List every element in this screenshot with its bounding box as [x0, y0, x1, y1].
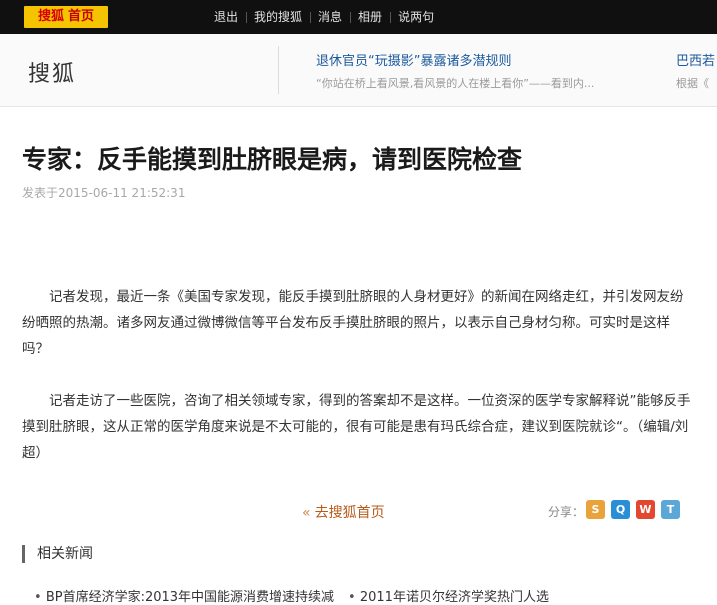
brand-name: 搜狐: [37, 9, 64, 24]
article-title: 专家：反手能摸到肚脐眼是病，请到医院检查: [22, 145, 523, 174]
header-news-item[interactable]: 退休官员“玩摄影”暴露诸多潜规则 “你站在桥上看风景,看风景的人在楼上看你”——…: [316, 50, 594, 91]
nav-my-sohu[interactable]: 我的搜狐: [246, 0, 310, 34]
weibo-share-icon[interactable]: W: [636, 500, 655, 519]
back-to-home-link[interactable]: «去搜狐首页: [302, 502, 385, 522]
sohu-share-icon[interactable]: S: [586, 500, 605, 519]
header-news-summary: 根据《: [676, 77, 709, 90]
related-news-list: BP首席经济学家:2013年中国能源消费增速持续减 2011年诺贝尔经济学奖热门…: [34, 586, 549, 605]
article-paragraph: 记者发现，最近一条《美国专家发现，能反手摸到肚脐眼的人身材更好》的新闻在网络走红…: [22, 289, 684, 357]
back-to-home-label: 去搜狐首页: [314, 505, 385, 521]
related-news-item[interactable]: BP首席经济学家:2013年中国能源消费增速持续减: [34, 586, 334, 605]
nav-logout[interactable]: 退出: [206, 0, 246, 34]
related-news-item[interactable]: 2011年诺贝尔经济学奖热门人选: [348, 586, 549, 605]
site-header: 搜狐 退休官员“玩摄影”暴露诸多潜规则 “你站在桥上看风景,看风景的人在楼上看你…: [0, 34, 717, 107]
tencent-weibo-share-icon[interactable]: T: [661, 500, 680, 519]
top-nav: 退出 我的搜狐 消息 相册 说两句: [206, 0, 442, 34]
header-divider: [278, 46, 279, 94]
header-news-title[interactable]: 巴西若: [676, 50, 715, 69]
qq-share-icon[interactable]: Q: [611, 500, 630, 519]
header-news-item[interactable]: 巴西若 根据《: [676, 50, 715, 91]
sohu-home-brand[interactable]: 搜狐 首页: [24, 6, 108, 28]
article-publish-time: 发表于2015-06-11 21:52:31: [22, 186, 186, 200]
header-news-summary: “你站在桥上看风景,看风景的人在楼上看你”——看到内...: [316, 77, 595, 90]
top-bar: 搜狐 首页 退出 我的搜狐 消息 相册 说两句: [0, 0, 717, 34]
nav-album[interactable]: 相册: [350, 0, 390, 34]
nav-comments[interactable]: 说两句: [390, 0, 442, 34]
share-label: 分享：: [548, 505, 585, 519]
nav-messages[interactable]: 消息: [310, 0, 350, 34]
brand-home: 首页: [68, 9, 95, 24]
related-news-heading: 相关新闻: [22, 545, 93, 563]
sohu-logo[interactable]: 搜狐: [28, 56, 76, 88]
share-icons: SQWT: [586, 500, 680, 519]
double-chevron-left-icon: «: [302, 505, 311, 521]
article-paragraph: 记者走访了一些医院，咨询了相关领域专家，得到的答案却不是这样。一位资深的医学专家…: [22, 393, 691, 461]
article-body: 记者发现，最近一条《美国专家发现，能反手摸到肚脐眼的人身材更好》的新闻在网络走红…: [22, 284, 692, 492]
header-news-title[interactable]: 退休官员“玩摄影”暴露诸多潜规则: [316, 50, 594, 69]
